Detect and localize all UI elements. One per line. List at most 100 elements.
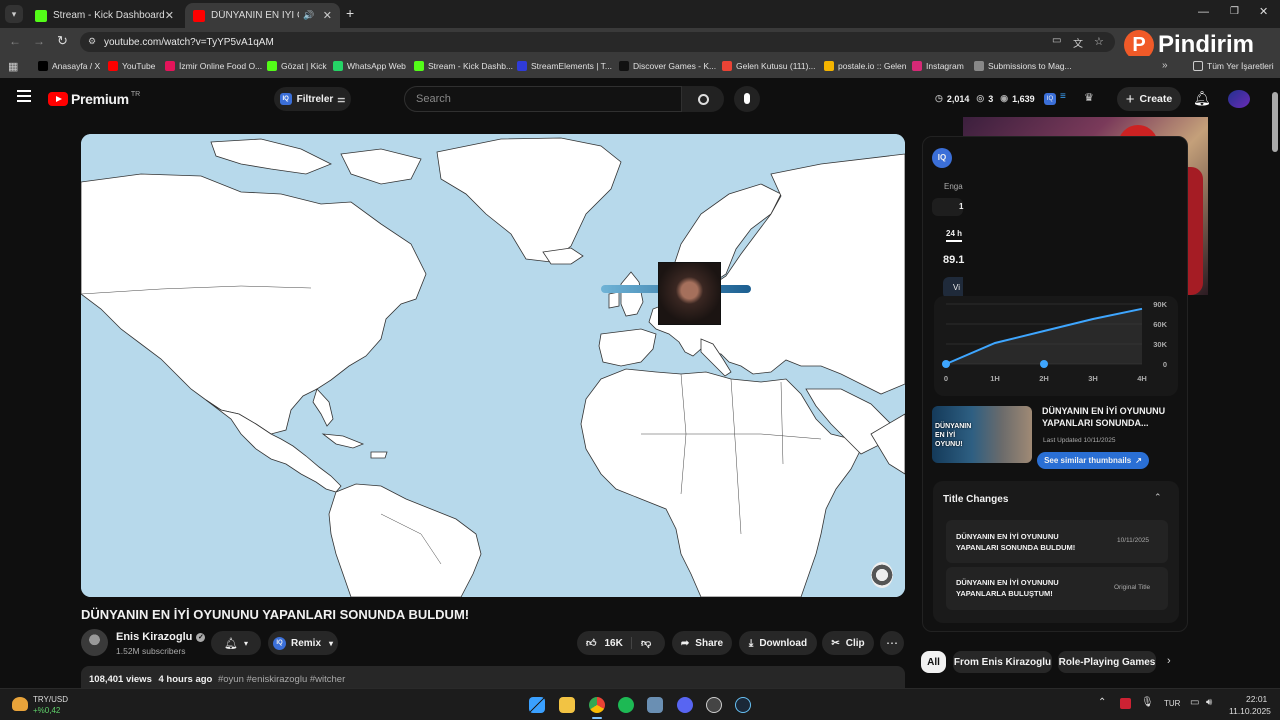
chart-marker[interactable] bbox=[942, 360, 950, 368]
windows-start-icon[interactable] bbox=[529, 697, 545, 713]
close-icon[interactable]: ✕ bbox=[323, 9, 332, 22]
steam-icon[interactable] bbox=[735, 697, 751, 713]
tab-24h[interactable]: 24 h bbox=[946, 229, 963, 242]
collapse-chevron-icon[interactable]: ⌃ bbox=[1154, 492, 1162, 503]
kick-icon bbox=[267, 61, 277, 71]
tray-mic-icon[interactable]: 🎙︎ bbox=[1141, 697, 1154, 708]
clock-time[interactable]: 22:01 bbox=[1246, 694, 1267, 704]
trophy-icon[interactable]: ♛ bbox=[1084, 91, 1094, 104]
bookmark-item[interactable]: Instagram bbox=[912, 61, 964, 71]
new-tab-button[interactable]: + bbox=[346, 5, 354, 21]
bookmark-item[interactable]: Gözat | Kick bbox=[267, 61, 327, 71]
channel-avatar[interactable] bbox=[81, 629, 108, 656]
url-text: youtube.com/watch?v=TyYP5vA1qAM bbox=[104, 36, 274, 48]
video-thumbnail[interactable]: DÜNYANIN EN İYİ OYUNU! bbox=[932, 406, 1032, 463]
close-window-icon[interactable]: ✕ bbox=[1259, 5, 1268, 18]
list-icon[interactable]: ≡ bbox=[1060, 91, 1066, 102]
address-bar[interactable]: ⚙ youtube.com/watch?v=TyYP5vA1qAM ▭ 文 ☆ bbox=[80, 32, 1115, 52]
tray-app-icon[interactable] bbox=[1120, 698, 1131, 709]
search-input[interactable]: Search bbox=[404, 86, 682, 112]
speaker-icon[interactable]: 🔊 bbox=[303, 10, 314, 21]
filters-button[interactable]: IQ Filtreler ⚌ bbox=[274, 87, 351, 111]
bookmark-item[interactable]: postale.io :: Gelen bbox=[824, 61, 907, 71]
bookmark-item[interactable]: Stream - Kick Dashb... bbox=[414, 61, 513, 71]
more-bookmarks-icon[interactable]: » bbox=[1162, 60, 1168, 71]
hashtags[interactable]: #oyun #eniskirazoglu #witcher bbox=[218, 674, 345, 685]
back-icon[interactable]: ← bbox=[9, 34, 21, 48]
obs-icon[interactable] bbox=[706, 697, 722, 713]
bookmark-item[interactable]: Gelen Kutusu (111)... bbox=[722, 61, 816, 71]
file-explorer-icon[interactable] bbox=[559, 697, 575, 713]
region-code: TR bbox=[130, 90, 141, 98]
dislike-button[interactable]: 👎︎ bbox=[632, 637, 651, 649]
cast-icon[interactable]: ▭ bbox=[1052, 35, 1061, 46]
bookmark-item[interactable]: İzmir Online Food O... bbox=[165, 61, 262, 71]
site-info-icon[interactable]: ⚙ bbox=[88, 36, 96, 47]
extension-stats: ◷ 2,014 ◎ 3 ◉ 1,639 bbox=[935, 93, 1035, 104]
tab-search-button[interactable]: ▾ bbox=[5, 5, 23, 23]
channel-name[interactable]: Enis Kirazoglu ✓ bbox=[116, 631, 206, 643]
tab-title: DÜNYANIN EN İYİ OYUNU bbox=[211, 10, 299, 21]
bookmark-item[interactable]: Discover Games - K... bbox=[619, 61, 716, 71]
bookmark-item[interactable]: StreamElements | T... bbox=[517, 61, 612, 71]
verified-icon: ✓ bbox=[196, 632, 206, 642]
restore-icon[interactable]: ❐ bbox=[1230, 6, 1239, 17]
tray-chevron-icon[interactable]: ⌃ bbox=[1098, 697, 1106, 708]
language-indicator[interactable]: TUR bbox=[1164, 699, 1180, 708]
voice-search-button[interactable] bbox=[734, 86, 760, 112]
download-button[interactable]: ⤓ Download bbox=[739, 631, 817, 655]
tab-kick-dashboard[interactable]: Stream - Kick Dashboard ✕ bbox=[27, 3, 182, 28]
bookmark-item[interactable]: WhatsApp Web bbox=[333, 61, 406, 71]
create-button[interactable]: + Create bbox=[1117, 87, 1181, 111]
search-button[interactable] bbox=[682, 86, 724, 112]
description-box[interactable]: 108,401 views 4 hours ago #oyun #eniskir… bbox=[81, 666, 905, 688]
bookmark-item[interactable]: Anasayfa / X bbox=[38, 61, 100, 71]
active-app-indicator bbox=[592, 717, 602, 719]
forward-icon[interactable]: → bbox=[33, 34, 45, 48]
video-player[interactable] bbox=[81, 134, 905, 597]
translate-icon[interactable]: 文 bbox=[1073, 35, 1083, 50]
notifications-icon[interactable]: 🔔︎ bbox=[1193, 90, 1211, 107]
clock-date[interactable]: 11.10.2025 bbox=[1229, 706, 1271, 716]
thumbnail-text: DÜNYANIN EN İYİ OYUNU! bbox=[935, 423, 972, 448]
more-actions-button[interactable]: ⋯ bbox=[880, 631, 904, 655]
discord-icon[interactable] bbox=[677, 697, 693, 713]
minimize-icon[interactable]: — bbox=[1198, 6, 1209, 18]
engagement-label: Enga bbox=[944, 182, 963, 191]
browser-nav-bar: ← → ↻ ⚙ youtube.com/watch?v=TyYP5vA1qAM … bbox=[0, 28, 1280, 60]
like-button[interactable]: 👍︎ 16K bbox=[577, 637, 632, 649]
youtube-logo[interactable]: Premium TR bbox=[48, 91, 140, 107]
chart-y-tick-label: 90K bbox=[1153, 300, 1167, 309]
sliders-icon: ⚌ bbox=[337, 93, 346, 104]
chart-marker[interactable] bbox=[1040, 360, 1048, 368]
volume-icon[interactable]: 🔊︎ bbox=[1206, 697, 1212, 708]
chrome-icon[interactable] bbox=[589, 697, 605, 713]
chip-from-channel[interactable]: From Enis Kirazoglu bbox=[953, 651, 1052, 673]
chip-role-playing-games[interactable]: Role-Playing Games bbox=[1058, 651, 1156, 673]
tab-youtube-video[interactable]: DÜNYANIN EN İYİ OYUNU 🔊 ✕ bbox=[185, 3, 340, 28]
iq-extension-icon[interactable]: IQ bbox=[1044, 93, 1056, 105]
avatar[interactable] bbox=[1228, 90, 1250, 108]
reload-icon[interactable]: ↻ bbox=[57, 33, 68, 49]
share-button[interactable]: ➦ Share bbox=[672, 631, 732, 655]
subscribed-notifications-button[interactable]: 🔔︎ ▾ bbox=[211, 631, 261, 655]
close-icon[interactable]: ✕ bbox=[165, 9, 174, 22]
windows-taskbar: TRY/USD +%0,42 ⌃ 🎙︎ TUR ▭ 🔊︎ 22:01 11.10… bbox=[0, 688, 1280, 720]
remix-button[interactable]: IQ Remix ▾ bbox=[268, 631, 338, 655]
all-bookmarks[interactable]: Tüm Yer İşaretleri bbox=[1193, 61, 1274, 71]
bookmark-star-icon[interactable]: ☆ bbox=[1094, 35, 1104, 48]
network-icon[interactable]: ▭ bbox=[1190, 697, 1199, 708]
clip-button[interactable]: ✂ Clip bbox=[822, 631, 874, 655]
bookmark-item[interactable]: Submissions to Mag... bbox=[974, 61, 1072, 71]
game-icon bbox=[619, 61, 629, 71]
chips-next-icon[interactable]: › bbox=[1167, 655, 1171, 667]
app-icon[interactable] bbox=[647, 697, 663, 713]
bookmark-label: Gözat | Kick bbox=[281, 61, 327, 71]
see-similar-thumbnails-button[interactable]: See similar thumbnails ↗ bbox=[1037, 452, 1149, 469]
spotify-icon[interactable] bbox=[618, 697, 634, 713]
apps-icon[interactable]: ▦ bbox=[8, 60, 18, 73]
chip-all[interactable]: All bbox=[921, 651, 946, 673]
menu-icon[interactable] bbox=[17, 90, 31, 102]
bookmark-item[interactable]: YouTube bbox=[108, 61, 155, 71]
page-scrollbar[interactable] bbox=[1272, 92, 1278, 152]
